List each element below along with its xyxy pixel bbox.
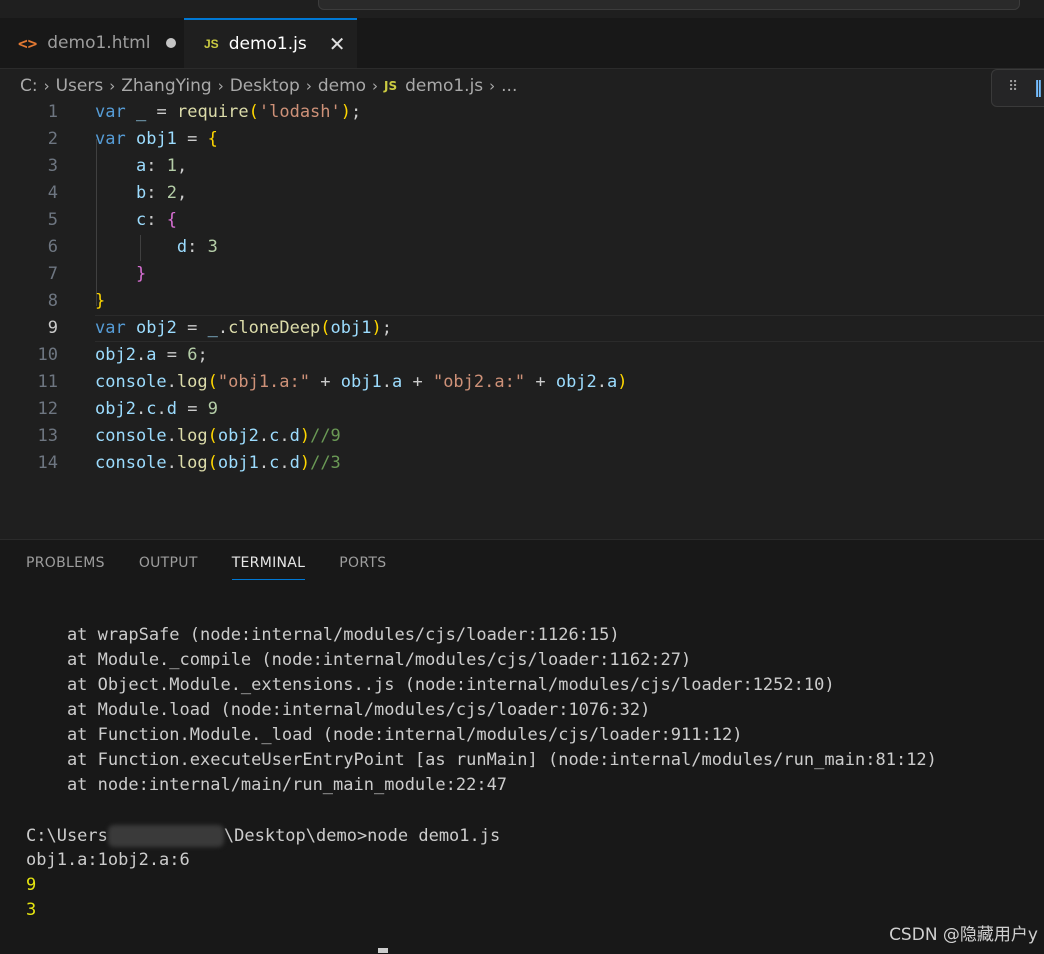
breadcrumb-item[interactable]: Users xyxy=(56,76,104,96)
line-number: 11 xyxy=(37,372,58,392)
line-number: 9 xyxy=(47,318,58,338)
close-icon[interactable]: ✕ xyxy=(329,32,346,56)
line-number: 12 xyxy=(37,399,58,419)
chevron-right-icon: › xyxy=(43,77,50,95)
code-line[interactable]: 3 a: 1, xyxy=(0,153,1044,180)
code-text: console.log(obj1.c.d)//3 xyxy=(95,453,341,473)
code-line[interactable]: 4 b: 2, xyxy=(0,180,1044,207)
chevron-right-icon: › xyxy=(305,77,312,95)
watermark: CSDN @隐藏用户y xyxy=(889,925,1038,945)
code-text: obj2.c.d = 9 xyxy=(95,399,218,419)
code-line[interactable]: 10 obj2.a = 6; xyxy=(0,342,1044,369)
title-bar-strip xyxy=(0,0,1044,18)
tab-label: demo1.js xyxy=(228,34,307,54)
line-number: 7 xyxy=(47,264,58,284)
code-line[interactable]: 6 d: 3 xyxy=(0,234,1044,261)
terminal-output-line: 3 xyxy=(26,900,37,920)
code-text: b: 2, xyxy=(135,183,188,203)
code-text: c: { xyxy=(135,210,177,230)
line-number: 2 xyxy=(47,129,58,149)
code-line[interactable]: 8 } xyxy=(0,288,1044,315)
breadcrumb-item[interactable]: demo1.js xyxy=(405,76,483,96)
breadcrumb-item[interactable]: Desktop xyxy=(230,76,300,96)
tab-terminal[interactable]: TERMINAL xyxy=(231,555,306,580)
breadcrumb-item[interactable]: ZhangYing xyxy=(121,76,211,96)
code-text: } xyxy=(95,291,106,311)
prompt-prefix: C:\Users xyxy=(26,826,108,846)
panel-tabs: PROBLEMS OUTPUT TERMINAL PORTS xyxy=(26,555,420,580)
bottom-panel: PROBLEMS OUTPUT TERMINAL PORTS at wrapSa… xyxy=(0,539,1044,954)
code-line[interactable]: 14 console.log(obj1.c.d)//3 xyxy=(0,450,1044,477)
line-number: 10 xyxy=(37,345,58,365)
tab-demo1-html[interactable]: <> demo1.html xyxy=(0,18,184,68)
line-number: 6 xyxy=(47,237,58,257)
command-center[interactable] xyxy=(318,0,1020,10)
code-text: console.log("obj1.a:" + obj1.a + "obj2.a… xyxy=(95,372,628,392)
redacted-username xyxy=(107,825,224,847)
terminal-line: at Object.Module._extensions..js (node:i… xyxy=(26,675,835,695)
chevron-right-icon: › xyxy=(489,77,496,95)
prompt-command: \Desktop\demo>node demo1.js xyxy=(223,826,501,846)
line-number: 4 xyxy=(47,183,58,203)
breadcrumb-item[interactable]: C: xyxy=(20,76,38,96)
code-text: console.log(obj2.c.d)//9 xyxy=(95,426,341,446)
js-file-icon: JS xyxy=(384,79,398,93)
drag-handle-icon[interactable]: ⠿ xyxy=(1008,79,1018,95)
terminal-line: at Module._compile (node:internal/module… xyxy=(26,650,692,670)
unsaved-dot-icon[interactable] xyxy=(166,38,177,48)
code-line-current[interactable]: 9 var obj2 = _.cloneDeep(obj1); xyxy=(0,315,1044,342)
editor-tab-bar: <> demo1.html JS demo1.js ✕ xyxy=(0,18,1044,69)
pause-icon[interactable]: ‖ xyxy=(1034,78,1043,98)
chevron-right-icon: › xyxy=(109,77,116,95)
code-text: var _ = require('lodash'); xyxy=(95,102,362,122)
chevron-right-icon: › xyxy=(217,77,224,95)
breadcrumb-item[interactable]: ... xyxy=(501,76,517,96)
terminal-line: at node:internal/main/run_main_module:22… xyxy=(26,775,508,795)
code-line[interactable]: 12 obj2.c.d = 9 xyxy=(0,396,1044,423)
terminal-cursor xyxy=(378,948,388,953)
tab-problems[interactable]: PROBLEMS xyxy=(26,555,105,580)
tab-output[interactable]: OUTPUT xyxy=(139,555,198,580)
code-text: } xyxy=(135,264,147,284)
code-text: var obj2 = _.cloneDeep(obj1); xyxy=(95,318,392,338)
terminal-line: at wrapSafe (node:internal/modules/cjs/l… xyxy=(26,625,620,645)
code-text: a: 1, xyxy=(135,156,188,176)
tab-demo1-js[interactable]: JS demo1.js ✕ xyxy=(184,18,357,68)
line-number: 3 xyxy=(47,156,58,176)
breadcrumb: C: › Users › ZhangYing › Desktop › demo … xyxy=(20,74,517,98)
code-text: d: 3 xyxy=(176,237,218,257)
line-number: 1 xyxy=(47,102,58,122)
breadcrumb-item[interactable]: demo xyxy=(318,76,366,96)
terminal-output-line: obj1.a:1obj2.a:6 xyxy=(26,850,190,870)
chevron-right-icon: › xyxy=(372,77,379,95)
line-number: 13 xyxy=(37,426,58,446)
tab-label: demo1.html xyxy=(47,33,151,53)
terminal-line: at Function.Module._load (node:internal/… xyxy=(26,725,743,745)
html-file-icon: <> xyxy=(18,33,38,53)
js-file-icon: JS xyxy=(204,37,219,51)
code-text: var obj1 = { xyxy=(95,129,218,149)
code-line[interactable]: 1 var _ = require('lodash'); xyxy=(0,99,1044,126)
terminal-prompt[interactable]: C:\Users \Desktop\demo>node demo1.js xyxy=(26,825,500,847)
code-line[interactable]: 2 var obj1 = { xyxy=(0,126,1044,153)
code-line[interactable]: 5 c: { xyxy=(0,207,1044,234)
line-number: 8 xyxy=(47,291,58,311)
terminal-line: at Function.executeUserEntryPoint [as ru… xyxy=(26,750,937,770)
line-number: 5 xyxy=(47,210,58,230)
code-line[interactable]: 13 console.log(obj2.c.d)//9 xyxy=(0,423,1044,450)
code-line[interactable]: 11 console.log("obj1.a:" + obj1.a + "obj… xyxy=(0,369,1044,396)
line-number: 14 xyxy=(37,453,58,473)
tab-ports[interactable]: PORTS xyxy=(339,555,386,580)
terminal-output-line: 9 xyxy=(26,875,37,895)
terminal-line: at Module.load (node:internal/modules/cj… xyxy=(26,700,651,720)
code-text: obj2.a = 6; xyxy=(95,345,208,365)
code-line[interactable]: 7 } xyxy=(0,261,1044,288)
code-editor[interactable]: 1 var _ = require('lodash'); 2 var obj1 … xyxy=(0,99,1044,539)
